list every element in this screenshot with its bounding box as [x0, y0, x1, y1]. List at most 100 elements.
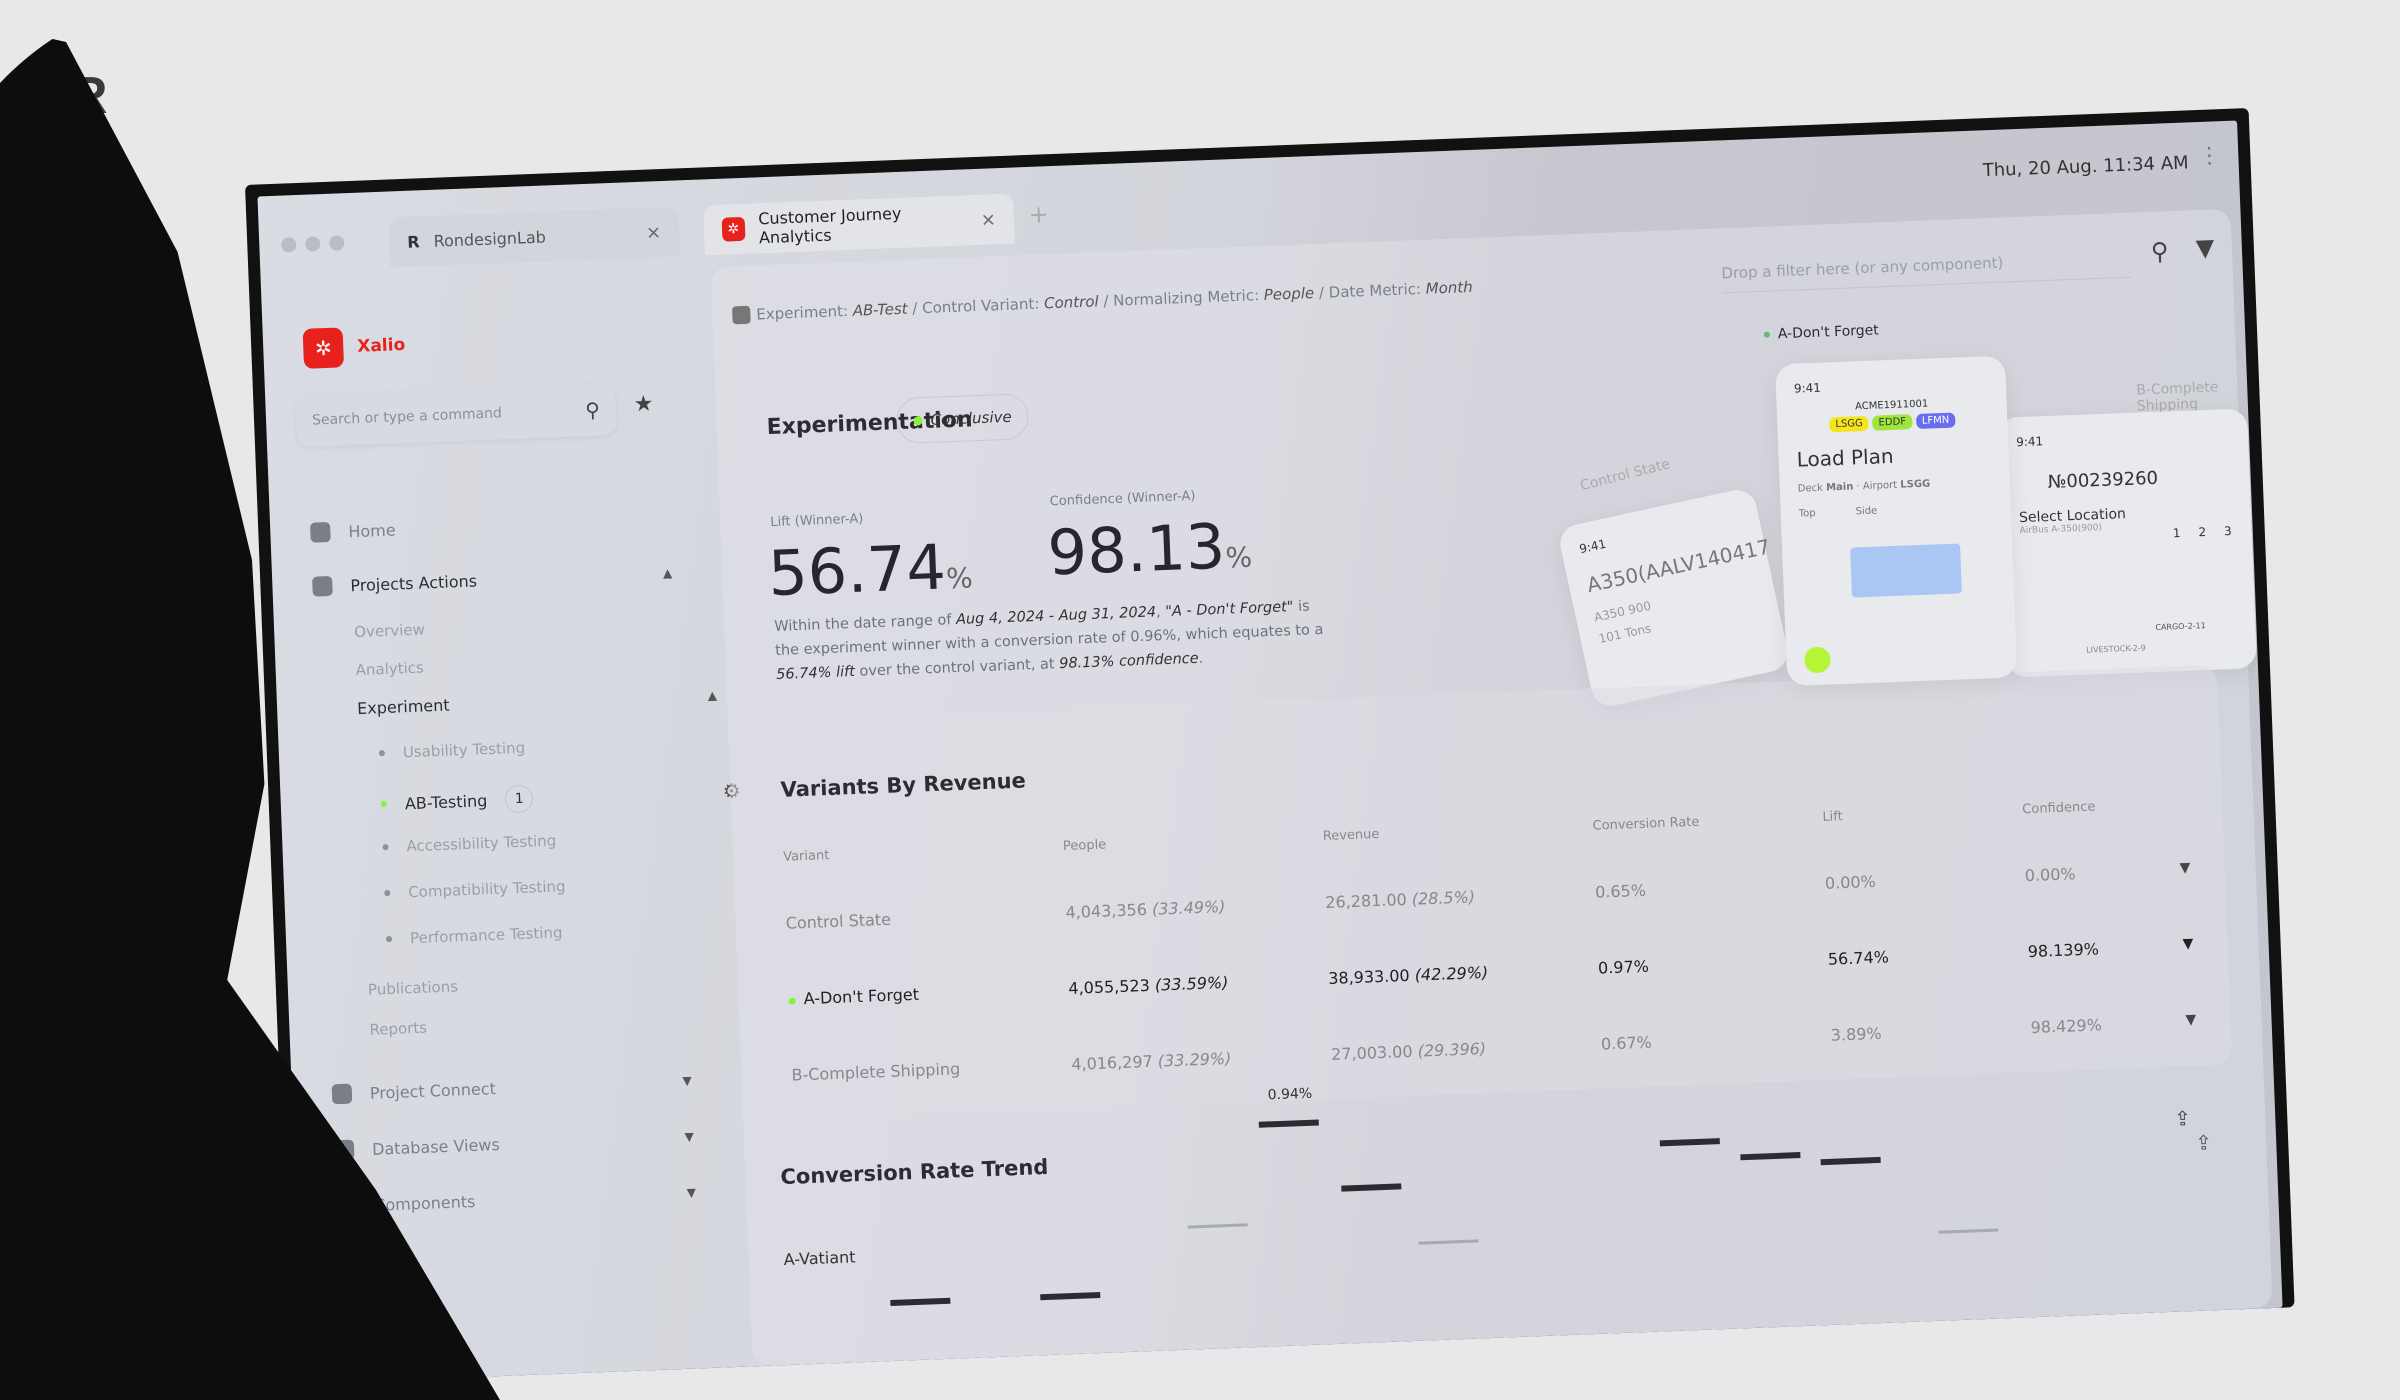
chevron-up-icon[interactable]: ▲: [707, 688, 717, 702]
status-dot: [913, 415, 923, 426]
star-icon[interactable]: ★: [633, 391, 654, 417]
export-icon[interactable]: ⇪: [2195, 1130, 2213, 1155]
nav-label: Database Views: [371, 1134, 501, 1159]
revenue-cell: 27,003.00 (29.396): [1330, 1039, 1487, 1064]
nav-label: Projects Actions: [350, 570, 478, 595]
sidebar-item-accessibility-testing[interactable]: Accessibility Testing: [382, 824, 742, 856]
trend-bar: [890, 1297, 951, 1307]
app-logo: ✲ Xalio: [302, 325, 406, 369]
sidebar-item-publications[interactable]: Publications: [367, 967, 728, 999]
close-icon[interactable]: ×: [646, 222, 662, 244]
variant-name: Control State: [785, 909, 892, 933]
new-tab-button[interactable]: +: [1028, 200, 1049, 229]
confidence-cell: 98.429%: [2030, 1015, 2103, 1038]
window-close-dot[interactable]: [281, 237, 297, 253]
control-preview-label: Control State: [1578, 456, 1672, 495]
trend-bar: [1258, 1119, 1319, 1128]
lift-cell: 0.00%: [1824, 871, 1877, 893]
nav-label: Performance Testing: [409, 923, 563, 948]
confidence-label: Confidence (Winner-A): [1049, 488, 1196, 510]
more-icon[interactable]: ⋮: [2198, 143, 2221, 169]
people-cell: 4,016,297 (33.29%): [1071, 1048, 1232, 1074]
bullet-icon: [385, 935, 393, 943]
conversion-rate-cell: 0.67%: [1600, 1032, 1653, 1054]
revenue-cell: 26,281.00 (28.5%): [1324, 887, 1476, 913]
sidebar-item-database-views[interactable]: Database Views ▼: [333, 1126, 695, 1161]
export-icon[interactable]: ⇪: [2174, 1106, 2192, 1131]
chevron-down-icon[interactable]: ▼: [2185, 1012, 2196, 1028]
tab-customer-journey[interactable]: ✲ Customer Journey Analytics ×: [703, 193, 1015, 256]
sidebar-item-overview[interactable]: Overview: [354, 609, 714, 641]
command-search[interactable]: Search or type a command ⚲: [295, 382, 617, 448]
app-name: Xalio: [356, 334, 406, 357]
trend-title: Conversion Rate Trend: [780, 1154, 1049, 1190]
bullet-icon: [382, 843, 389, 851]
sidebar-item-home[interactable]: Home: [310, 509, 671, 543]
lift-label: Lift (Winner-A): [770, 511, 864, 531]
sidebar-item-performance-testing[interactable]: Performance Testing: [385, 916, 746, 948]
column-header: Revenue: [1322, 826, 1380, 845]
filter-icon[interactable]: ▼: [2195, 233, 2215, 262]
trend-bar: [1040, 1291, 1101, 1301]
sidebar-item-ab-testing[interactable]: AB-Testing 1 ⚙: [380, 776, 741, 818]
column-header: Conversion Rate: [1592, 814, 1700, 834]
sidebar-item-components[interactable]: Components ▼: [335, 1182, 697, 1217]
experiment-summary: Within the date range of Aug 4, 2024 - A…: [774, 598, 1324, 683]
nav-label: Usability Testing: [402, 738, 526, 762]
window-maximize-dot[interactable]: [329, 235, 345, 251]
nav-label: Experiment: [356, 695, 450, 719]
sidebar-item-usability-testing[interactable]: Usability Testing: [378, 730, 739, 762]
trend-bar: [1820, 1156, 1881, 1166]
sidebar-item-reports[interactable]: Reports: [369, 1007, 729, 1039]
lift-cell: 56.74%: [1827, 947, 1890, 969]
chevron-down-icon[interactable]: ▼: [682, 1074, 692, 1088]
column-header: Confidence: [2022, 799, 2096, 818]
lift-value: 56.74%: [766, 530, 974, 611]
status-badge: Conclusive: [895, 393, 1030, 445]
chevron-down-icon[interactable]: ▼: [2179, 860, 2190, 876]
nav-label: Publications: [367, 977, 459, 999]
filter-dropzone[interactable]: Drop a filter here (or any component): [1721, 248, 2132, 294]
confidence-cell: 98.139%: [2027, 939, 2100, 962]
grid-icon: [310, 521, 331, 543]
confidence-cell: 0.00%: [2024, 864, 2076, 886]
folder-icon: [732, 305, 751, 325]
sidebar-item-experiment[interactable]: Experiment ▲: [357, 685, 717, 718]
people-cell: 4,043,356 (33.49%): [1065, 896, 1226, 923]
column-header: Lift: [1822, 809, 1844, 825]
sidebar-item-project-connect[interactable]: Project Connect ▼: [331, 1071, 693, 1105]
sidebar-item-projects-actions[interactable]: Projects Actions ▲: [312, 563, 673, 597]
chevron-down-icon[interactable]: ▼: [684, 1129, 694, 1143]
close-icon[interactable]: ×: [980, 209, 996, 231]
nav-label: Compatibility Testing: [407, 877, 566, 902]
chevron-down-icon[interactable]: ▼: [687, 1185, 697, 1199]
app-screen: R RondesignLab × ✲ Customer Journey Anal…: [257, 120, 2283, 1384]
winner-preview-label: A-Don't Forget: [1763, 322, 1879, 342]
trend-bar: [1418, 1239, 1479, 1245]
confidence-value: 98.13%: [1046, 509, 1253, 590]
trend-bar: [1659, 1137, 1720, 1147]
conversion-rate-cell: 0.97%: [1597, 956, 1650, 978]
lift-cell: 3.89%: [1830, 1023, 1882, 1045]
sidebar-item-analytics[interactable]: Analytics: [355, 647, 715, 679]
chevron-up-icon[interactable]: ▲: [663, 566, 673, 580]
b-preview-label: B-Complete Shipping: [2135, 379, 2219, 415]
series-label: A-Vatiant: [783, 1247, 856, 1270]
search-icon[interactable]: ⚲: [2150, 237, 2169, 266]
chevron-down-icon[interactable]: ▼: [2182, 936, 2193, 952]
rondesign-icon: R: [406, 231, 420, 252]
trend-bar: [1187, 1223, 1248, 1229]
tab-rondesignlab[interactable]: R RondesignLab ×: [388, 206, 681, 268]
monitor: R RondesignLab × ✲ Customer Journey Anal…: [245, 108, 2295, 1385]
trend-bar: [1740, 1151, 1801, 1160]
sidebar-item-compatibility-testing[interactable]: Compatibility Testing: [384, 870, 744, 902]
window-minimize-dot[interactable]: [305, 236, 321, 252]
trend-bar: [1341, 1183, 1402, 1193]
table-title: Variants By Revenue: [780, 768, 1027, 802]
search-icon[interactable]: ⚲: [585, 398, 601, 423]
bullet-icon: [384, 889, 391, 897]
tab-label: RondesignLab: [433, 226, 547, 251]
bullet-icon: [380, 801, 387, 808]
conversion-rate-cell: 0.65%: [1594, 880, 1647, 902]
folder-icon: [312, 575, 333, 597]
